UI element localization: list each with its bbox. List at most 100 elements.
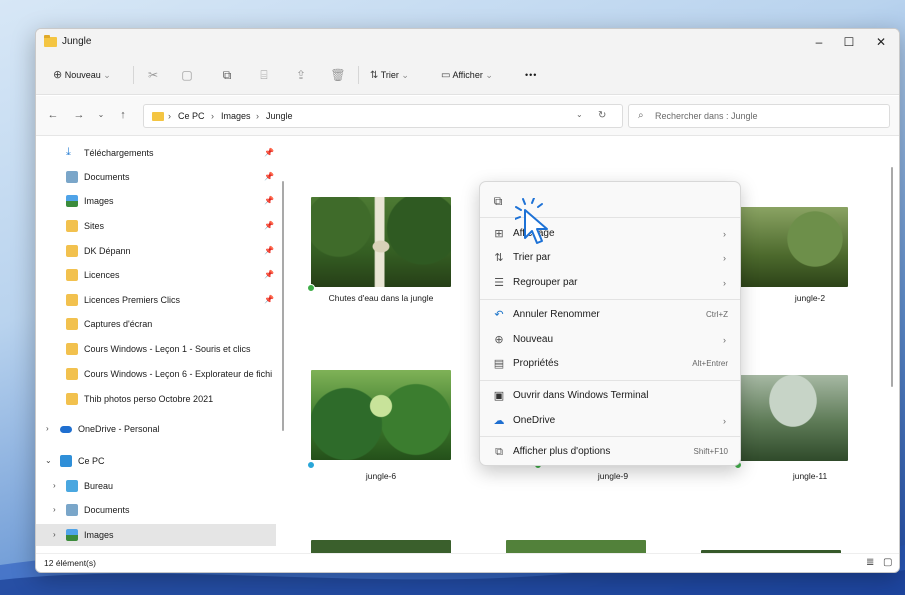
group-icon: ☰ xyxy=(494,277,504,289)
image-thumbnail[interactable] xyxy=(738,375,848,461)
context-item-trier-par[interactable]: ⇅ Trier par › xyxy=(484,246,738,270)
sidebar-item-ce-pc[interactable]: ⌄ Ce PC xyxy=(36,450,278,472)
back-arrow-icon[interactable]: ← xyxy=(46,108,60,122)
tiles-view-icon[interactable]: ▢ xyxy=(883,557,892,568)
share-icon[interactable]: ⇪ xyxy=(293,67,309,83)
paste-icon[interactable]: ⧉ xyxy=(488,191,508,211)
context-item-label: Ouvrir dans Windows Terminal xyxy=(513,390,649,401)
folder-icon xyxy=(66,343,78,355)
mouse-pointer-icon xyxy=(514,197,565,246)
cut-icon[interactable]: ✂ xyxy=(145,67,161,83)
images-icon xyxy=(66,529,78,541)
sidebar-item-images[interactable]: Images 📌 xyxy=(36,190,278,212)
search-placeholder: Rechercher dans : Jungle xyxy=(655,111,758,121)
command-bar: ⊕ Nouveau ⌄ ✂ ▢ ⧉ ⌸ ⇪ 🗑 ⇅ Trier ⌄ ▭ Affi… xyxy=(36,55,899,95)
copy-icon[interactable]: ▢ xyxy=(179,67,195,83)
context-item-regrouper-par[interactable]: ☰ Regrouper par › xyxy=(484,271,738,295)
forward-arrow-icon[interactable]: → xyxy=(72,108,86,122)
folder-icon xyxy=(66,269,78,281)
context-item-annuler-renommer[interactable]: ↶ Annuler Renommer Ctrl+Z xyxy=(484,303,738,327)
pin-icon: 📌 xyxy=(264,295,274,304)
sidebar-item-onedrive[interactable]: › OneDrive - Personal xyxy=(36,418,278,440)
pin-icon: 📌 xyxy=(264,246,274,255)
address-bar[interactable]: › Ce PC › Images › Jungle ⌄ ↻ xyxy=(143,104,623,128)
breadcrumb-jungle[interactable]: Jungle xyxy=(266,111,293,121)
sidebar-item-captures[interactable]: Captures d'écran xyxy=(36,313,278,335)
sidebar-item-documents[interactable]: Documents 📌 xyxy=(36,166,278,188)
sidebar-item-sites[interactable]: Sites 📌 xyxy=(36,215,278,237)
up-arrow-icon[interactable]: ↑ xyxy=(116,108,130,122)
file-name[interactable]: jungle-11 xyxy=(720,471,899,481)
context-item-label: Nouveau xyxy=(513,334,554,345)
delete-icon[interactable]: 🗑 xyxy=(330,67,346,83)
folder-icon xyxy=(66,220,78,232)
more-options-button[interactable]: ••• xyxy=(525,66,537,84)
grid-icon: ⊞ xyxy=(494,228,504,240)
maximize-button[interactable]: ☐ xyxy=(832,31,866,53)
sort-button[interactable]: ⇅ Trier ⌄ xyxy=(370,66,409,84)
view-button[interactable]: ▭ Afficher ⌄ xyxy=(441,66,493,84)
sidebar-item-dk-depann[interactable]: DK Dépann 📌 xyxy=(36,240,278,262)
context-item-windows-terminal[interactable]: ▣ Ouvrir dans Windows Terminal xyxy=(484,384,738,408)
sidebar-item-label: Documents xyxy=(84,505,130,515)
close-button[interactable]: ✕ xyxy=(864,31,898,53)
chevron-right-icon: › xyxy=(723,278,726,288)
file-name[interactable]: jungle-6 xyxy=(291,471,471,481)
paste-icon[interactable]: ⧉ xyxy=(219,67,235,83)
computer-icon xyxy=(60,455,72,467)
new-button[interactable]: ⊕ Nouveau ⌄ xyxy=(53,66,111,84)
sidebar-item-cours-lecon-6[interactable]: Cours Windows - Leçon 6 - Explorateur de… xyxy=(36,363,278,385)
context-item-plus-options[interactable]: ⧉ Afficher plus d'options Shift+F10 xyxy=(484,440,738,464)
image-thumbnail[interactable] xyxy=(311,370,451,460)
sidebar-item-telechargements[interactable]: ⤓ Téléchargements 📌 xyxy=(36,142,278,164)
sidebar-item-licences-premiers-clics[interactable]: Licences Premiers Clics 📌 xyxy=(36,289,278,311)
breadcrumb-images[interactable]: Images xyxy=(221,111,251,121)
sidebar-item-pc-documents[interactable]: › Documents xyxy=(36,499,278,521)
content-scrollbar[interactable] xyxy=(891,167,893,387)
chevron-right-icon: › xyxy=(723,335,726,345)
refresh-icon[interactable]: ↻ xyxy=(598,110,606,121)
pin-icon: 📌 xyxy=(264,270,274,279)
address-dropdown-icon[interactable]: ⌄ xyxy=(576,110,583,119)
breadcrumb-ce-pc[interactable]: Ce PC xyxy=(178,111,205,121)
search-input[interactable]: ⌕ Rechercher dans : Jungle xyxy=(628,104,890,128)
file-name[interactable]: Chutes d'eau dans la jungle xyxy=(291,293,471,303)
rename-icon[interactable]: ⌸ xyxy=(256,67,272,83)
file-name[interactable]: jungle-9 xyxy=(523,471,703,481)
shortcut-text: Shift+F10 xyxy=(693,447,728,456)
pin-icon: 📌 xyxy=(264,221,274,230)
chevron-down-icon: ⌄ xyxy=(485,70,493,80)
recent-locations-icon[interactable]: ⌄ xyxy=(94,108,108,122)
sidebar-item-thib-photos[interactable]: Thib photos perso Octobre 2021 xyxy=(36,388,278,410)
cloud-icon xyxy=(60,426,72,433)
undo-icon: ↶ xyxy=(494,309,504,321)
terminal-icon: ▣ xyxy=(493,390,505,402)
sidebar-item-licences[interactable]: Licences 📌 xyxy=(36,264,278,286)
sidebar-item-pc-images[interactable]: › Images xyxy=(36,524,276,546)
sort-icon: ⇅ xyxy=(494,252,504,264)
chevron-down-icon: ⌄ xyxy=(103,70,111,80)
minimize-button[interactable]: – xyxy=(802,31,836,53)
chevron-right-icon: › xyxy=(53,530,56,539)
context-item-nouveau[interactable]: ⊕ Nouveau › xyxy=(484,328,738,352)
image-thumbnail[interactable] xyxy=(738,207,848,287)
title-bar[interactable]: Jungle – ☐ ✕ xyxy=(36,29,899,55)
sidebar-item-bureau[interactable]: › Bureau xyxy=(36,475,278,497)
sidebar-item-label: Sites xyxy=(84,221,105,231)
chevron-right-icon: › xyxy=(723,416,726,426)
toolbar-divider xyxy=(133,66,134,84)
context-item-label: Propriétés xyxy=(513,358,559,369)
context-item-onedrive[interactable]: ☁ OneDrive › xyxy=(484,409,738,433)
sidebar-item-cours-lecon-1[interactable]: Cours Windows - Leçon 1 - Souris et clic… xyxy=(36,338,278,360)
file-name[interactable]: jungle-2 xyxy=(720,293,899,303)
navigation-bar: ← → ⌄ ↑ › Ce PC › Images › Jungle ⌄ ↻ ⌕ … xyxy=(36,96,899,136)
context-item-proprietes[interactable]: ▤ Propriétés Alt+Entrer xyxy=(484,352,738,376)
menu-divider xyxy=(480,380,740,381)
sidebar-item-label: Documents xyxy=(84,172,130,182)
image-thumbnail[interactable] xyxy=(311,197,451,287)
sidebar-scrollbar[interactable] xyxy=(282,181,284,431)
details-view-icon[interactable]: ≣ xyxy=(866,557,874,568)
folder-icon xyxy=(66,245,78,257)
plus-circle-icon: ⊕ xyxy=(53,69,63,81)
context-item-label: Annuler Renommer xyxy=(513,309,600,320)
